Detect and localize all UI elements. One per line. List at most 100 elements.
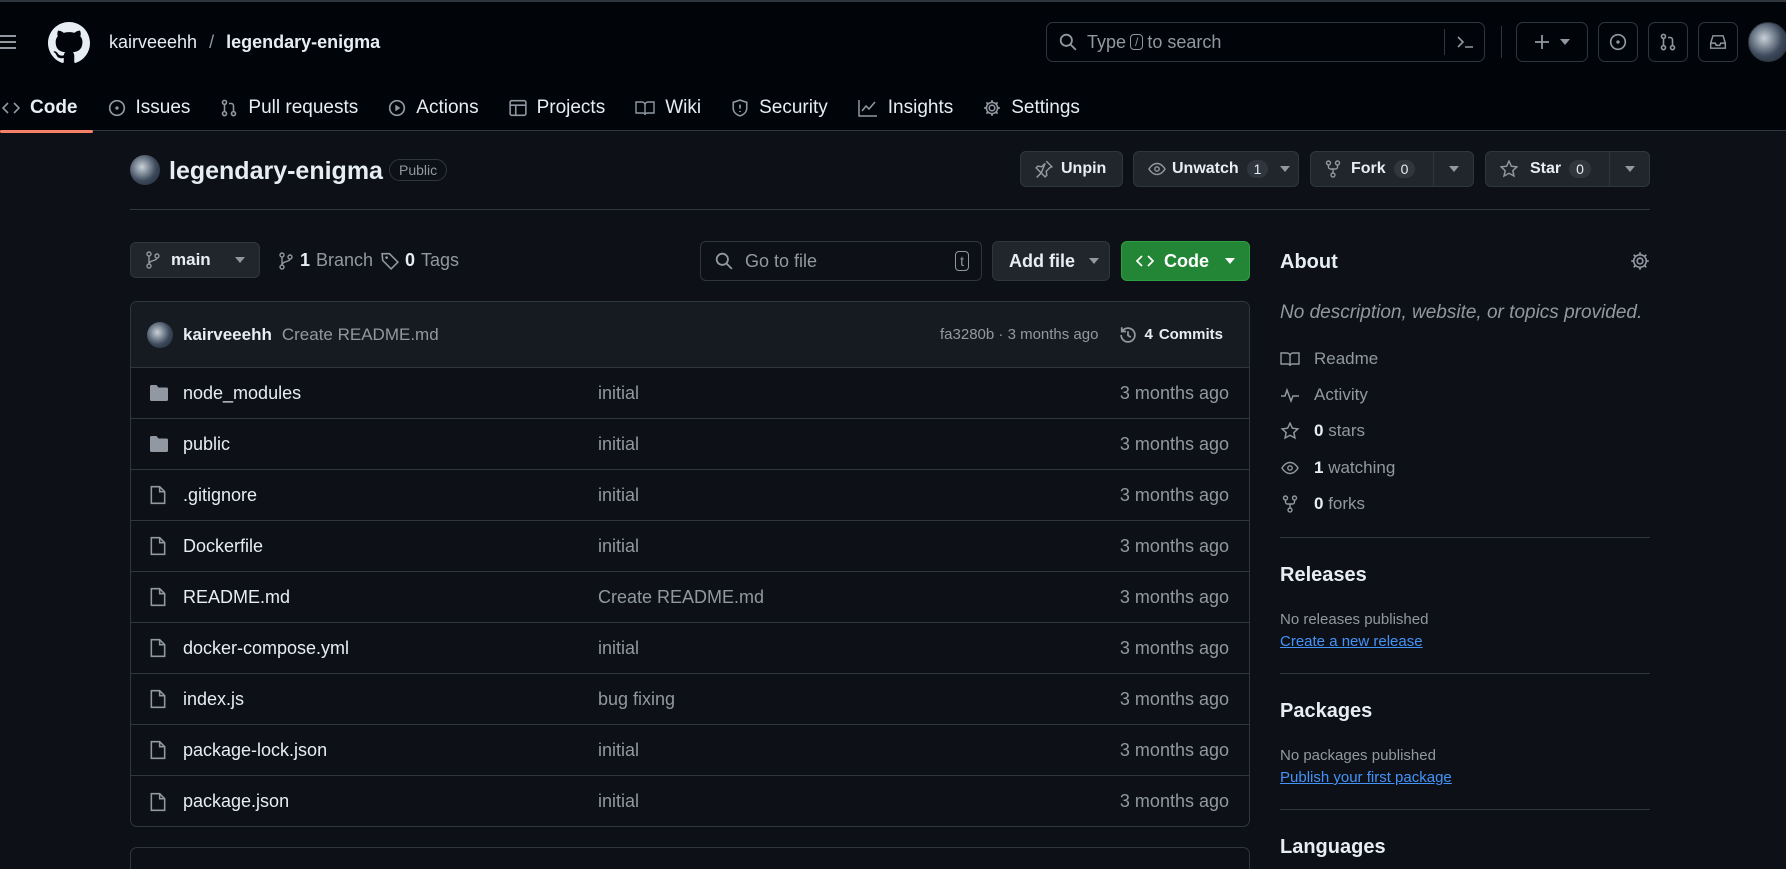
file-name-link[interactable]: node_modules: [183, 383, 301, 404]
sidebar-divider: [1280, 537, 1650, 538]
unwatch-button[interactable]: Unwatch 1: [1133, 151, 1299, 187]
command-palette-icon[interactable]: [1444, 29, 1484, 55]
packages-heading[interactable]: Packages: [1280, 700, 1372, 723]
file-name-link[interactable]: public: [183, 434, 230, 455]
file-name-link[interactable]: package-lock.json: [183, 740, 327, 761]
fork-options-button[interactable]: [1434, 152, 1473, 186]
file-commit-age: 3 months ago: [1119, 484, 1229, 505]
forks-count: 0: [1314, 494, 1324, 513]
code-dropdown-button[interactable]: Code: [1121, 241, 1250, 281]
file-name-link[interactable]: docker-compose.yml: [183, 638, 349, 659]
tab-security[interactable]: Security: [716, 84, 843, 132]
chevron-down-icon[interactable]: [1280, 166, 1291, 172]
branches-link[interactable]: 1 Branch: [278, 250, 373, 271]
breadcrumb-owner[interactable]: kairveeehh: [109, 32, 197, 53]
search-placeholder-start: Type: [1087, 31, 1127, 52]
repo-owner-avatar[interactable]: [130, 155, 160, 185]
file-commit-message-link[interactable]: initial: [598, 485, 639, 506]
tab-actions[interactable]: Actions: [373, 84, 493, 132]
commits-link[interactable]: 4 Commits: [1118, 325, 1223, 345]
file-commit-message-link[interactable]: initial: [598, 638, 639, 659]
star-button[interactable]: Star 0: [1486, 152, 1609, 186]
file-name-link[interactable]: README.md: [183, 587, 290, 608]
activity-link[interactable]: Activity: [1280, 385, 1368, 405]
file-icon: [149, 638, 167, 658]
tab-projects[interactable]: Projects: [494, 84, 621, 132]
tab-label: Settings: [1011, 97, 1080, 118]
add-file-label: Add file: [1009, 250, 1075, 271]
stars-label: stars: [1328, 421, 1366, 440]
file-commit-message-link[interactable]: initial: [598, 434, 639, 455]
file-name-link[interactable]: Dockerfile: [183, 536, 263, 557]
releases-heading[interactable]: Releases: [1280, 564, 1367, 587]
activity-label: Activity: [1314, 385, 1368, 404]
file-name-link[interactable]: index.js: [183, 689, 244, 710]
file-commit-message-link[interactable]: Create README.md: [598, 587, 764, 608]
folder-icon: [149, 384, 169, 402]
tab-settings[interactable]: Settings: [968, 84, 1095, 132]
global-search-input[interactable]: Type / to search: [1046, 22, 1485, 62]
file-name-link[interactable]: package.json: [183, 791, 289, 812]
commit-message[interactable]: Create README.md: [282, 325, 439, 345]
fork-icon: [1280, 495, 1300, 513]
file-commit-age: 3 months ago: [1119, 586, 1229, 607]
tags-link[interactable]: 0 Tags: [381, 250, 459, 271]
star-icon: [1500, 160, 1518, 178]
file-commit-age: 3 months ago: [1119, 739, 1229, 760]
add-file-button[interactable]: Add file: [992, 241, 1110, 281]
file-row: index.js bug fixing 3 months ago: [131, 674, 1249, 725]
file-commit-message-link[interactable]: initial: [598, 383, 639, 404]
tab-insights[interactable]: Insights: [843, 84, 968, 132]
tab-pull-requests[interactable]: Pull requests: [205, 84, 373, 132]
folder-icon: [149, 435, 169, 453]
play-icon: [388, 99, 406, 117]
unwatch-label: Unwatch: [1172, 160, 1239, 177]
user-avatar[interactable]: [1748, 22, 1786, 62]
breadcrumb-repo[interactable]: legendary-enigma: [226, 32, 380, 53]
tab-code[interactable]: Code: [0, 84, 93, 133]
star-options-button[interactable]: [1610, 152, 1649, 186]
watching-link[interactable]: 1 watching: [1280, 458, 1395, 478]
file-commit-message-link[interactable]: initial: [598, 740, 639, 761]
issue-icon: [1609, 33, 1627, 51]
file-list-box: kairveeehh Create README.md fa3280b · 3 …: [130, 301, 1250, 827]
file-commit-age: 3 months ago: [1119, 791, 1229, 811]
file-commit-message-link[interactable]: initial: [598, 536, 639, 557]
stars-link[interactable]: 0 stars: [1280, 421, 1365, 441]
file-commit-message-link[interactable]: initial: [598, 791, 639, 812]
commit-author[interactable]: kairveeehh: [183, 325, 272, 345]
branch-selector[interactable]: main: [130, 242, 260, 278]
fork-button[interactable]: Fork 0: [1311, 152, 1433, 186]
forks-link[interactable]: 0 forks: [1280, 494, 1365, 514]
file-commit-message-link[interactable]: bug fixing: [598, 689, 675, 710]
about-heading: About: [1280, 251, 1338, 274]
inbox-button[interactable]: [1698, 22, 1738, 62]
publish-package-link[interactable]: Publish your first package: [1280, 769, 1452, 786]
issues-button[interactable]: [1598, 22, 1638, 62]
go-to-file-input[interactable]: Go to file t: [700, 241, 982, 281]
file-commit-age: 3 months ago: [1119, 637, 1229, 658]
commit-author-avatar[interactable]: [147, 321, 173, 348]
create-release-link[interactable]: Create a new release: [1280, 633, 1423, 650]
tab-wiki[interactable]: Wiki: [620, 84, 716, 132]
tab-issues[interactable]: Issues: [93, 84, 206, 132]
create-new-button[interactable]: [1516, 22, 1588, 62]
file-icon: [149, 587, 167, 607]
unpin-button[interactable]: Unpin: [1020, 151, 1123, 187]
file-name-link[interactable]: .gitignore: [183, 485, 257, 506]
readme-box: [130, 847, 1250, 869]
github-logo-icon[interactable]: [48, 22, 90, 64]
commit-hash-time[interactable]: fa3280b · 3 months ago: [940, 326, 1098, 343]
readme-link[interactable]: Readme: [1280, 349, 1378, 369]
file-row: public initial 3 months ago: [131, 419, 1249, 470]
repo-title[interactable]: legendary-enigma: [169, 157, 383, 186]
tab-label: Security: [759, 97, 828, 118]
pull-requests-button[interactable]: [1648, 22, 1688, 62]
about-settings-gear-icon[interactable]: [1630, 251, 1650, 271]
sidebar-divider: [1280, 673, 1650, 674]
file-row: Dockerfile initial 3 months ago: [131, 521, 1249, 572]
file-row: docker-compose.yml initial 3 months ago: [131, 623, 1249, 674]
hamburger-menu-icon[interactable]: [0, 30, 18, 54]
file-icon: [149, 792, 167, 812]
pull-request-icon: [220, 99, 238, 117]
